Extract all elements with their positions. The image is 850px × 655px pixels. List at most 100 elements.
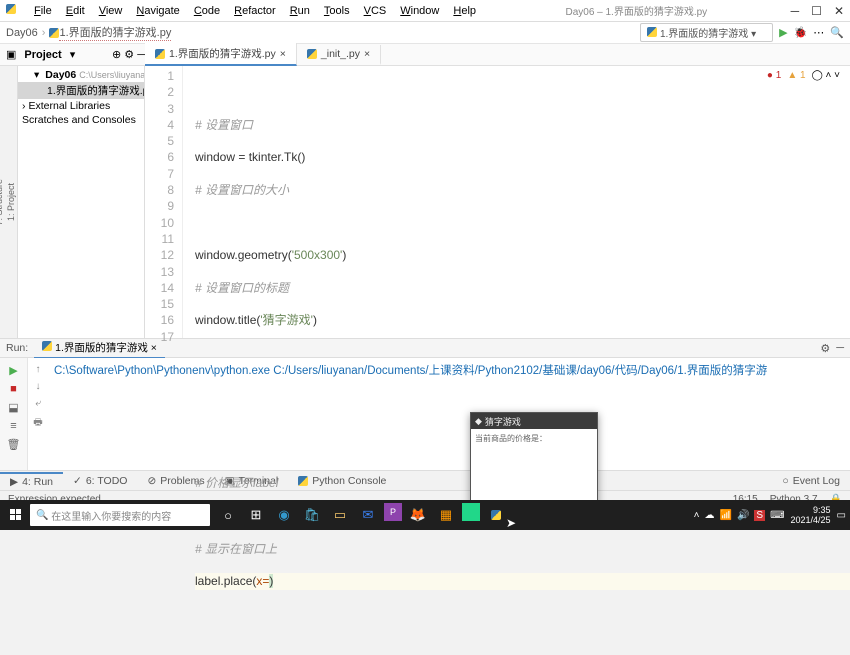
run-output-line: C:\Software\Python\Pythonenv\python.exe …: [54, 365, 767, 377]
more-run-icon[interactable]: ⋯: [813, 26, 824, 39]
tree-root-folder[interactable]: ▾ Day06 C:\Users\liuyanan\Docum: [18, 68, 144, 82]
toolwindow-project-button[interactable]: 1: Project: [5, 177, 17, 227]
tab-label: _init_.py: [321, 48, 360, 60]
breadcrumb-file[interactable]: 1.界面版的猜字游戏.py: [59, 24, 171, 41]
python-file-icon: [42, 341, 52, 351]
left-toolwindow-stripe: 1: Project 7: Structure 2: Favorites: [0, 66, 18, 338]
maximize-icon[interactable]: ☐: [811, 4, 822, 18]
stop-icon[interactable]: ■: [10, 383, 17, 395]
menu-run[interactable]: Run: [284, 3, 316, 19]
tray-ime-icon[interactable]: S: [754, 510, 765, 521]
down-icon[interactable]: ↓: [36, 381, 41, 392]
run-action-gutter: ▶ ■ ⬓ ≡ 🗑: [0, 358, 28, 470]
tk-window-title: 猜字游戏: [485, 415, 521, 428]
phpstorm-icon[interactable]: P: [384, 503, 402, 521]
windows-taskbar: 🔍 在这里输入你要搜索的内容 ○ ⊞ ◉ 🛍 ▭ ✉ P 🦊 ▦ ˄ ☁ 📶 🔊…: [0, 500, 850, 530]
line-gutter: 1234567891011121314151617: [145, 66, 183, 338]
close-icon[interactable]: ✕: [834, 4, 844, 18]
debug-icon[interactable]: 🐞: [794, 26, 808, 39]
project-tree[interactable]: ▾ Day06 C:\Users\liuyanan\Docum 1.界面版的猜字…: [18, 66, 145, 338]
filter-icon[interactable]: ≡: [10, 420, 16, 432]
run-label: Run:: [6, 342, 28, 354]
menu-vcs[interactable]: VCS: [358, 3, 393, 19]
ide-icon: [6, 4, 20, 18]
tk-app-icon: ◆: [475, 416, 482, 427]
tree-scratches[interactable]: Scratches and Consoles: [18, 113, 144, 127]
toolwindow-structure-button[interactable]: 7: Structure: [0, 173, 5, 232]
start-button[interactable]: [4, 503, 28, 527]
menu-window[interactable]: Window: [394, 3, 445, 19]
menu-tools[interactable]: Tools: [318, 3, 356, 19]
tree-path-label: C:\Users\liuyanan\Docum: [79, 70, 145, 80]
tree-external-libraries[interactable]: › External Libraries: [18, 99, 144, 113]
tray-wifi-icon[interactable]: 📶: [719, 510, 731, 521]
run-output[interactable]: C:\Software\Python\Pythonenv\python.exe …: [48, 358, 850, 470]
pycharm-icon[interactable]: [462, 503, 480, 521]
stop2-icon[interactable]: ⬓: [8, 401, 18, 414]
taskview-icon[interactable]: ⊞: [244, 503, 268, 527]
tree-extlib-label: External Libraries: [29, 100, 111, 112]
tool-tab-run[interactable]: ▶ 4: Run: [0, 472, 63, 490]
tray-cloud-icon[interactable]: ☁: [704, 510, 714, 521]
search-icon[interactable]: 🔍: [830, 26, 844, 39]
tk-window-titlebar[interactable]: ◆ 猜字游戏: [471, 413, 597, 429]
menu-file[interactable]: File: [28, 3, 58, 19]
run-config-label: 1.界面版的猜字游戏: [660, 29, 748, 40]
minimize-icon[interactable]: ─: [791, 4, 800, 18]
windows-icon: [10, 509, 22, 521]
search-placeholder: 在这里输入你要搜索的内容: [51, 508, 171, 523]
tool-tab-todo[interactable]: ✓ 6: TODO: [63, 473, 137, 489]
tree-file-label: 1.界面版的猜字游戏.py: [47, 83, 145, 98]
editor-tabs: 1.界面版的猜字游戏.py × _init_.py ×: [145, 44, 381, 66]
python-file-icon: [307, 49, 317, 59]
menu-code[interactable]: Code: [188, 3, 226, 19]
tray-keyboard-icon[interactable]: ⌨: [770, 510, 784, 521]
breadcrumb-root[interactable]: Day06: [6, 27, 38, 39]
store-icon[interactable]: 🛍: [300, 503, 324, 527]
code-editor[interactable]: 1234567891011121314151617 # 设置窗口 window …: [145, 66, 850, 338]
run-config-selector[interactable]: 1.界面版的猜字游戏 ▾: [640, 23, 773, 42]
tree-scratches-label: Scratches and Consoles: [22, 114, 136, 126]
sublime-icon[interactable]: ▦: [434, 503, 458, 527]
tree-folder-label: Day06: [45, 69, 76, 81]
chevron-right-icon: ›: [42, 27, 46, 39]
python-taskbar-icon[interactable]: [484, 503, 508, 527]
cortana-icon[interactable]: ○: [216, 503, 240, 527]
menu-help[interactable]: Help: [447, 3, 482, 19]
window-title: Day06 – 1.界面版的猜字游戏.py: [482, 3, 791, 18]
breadcrumb-bar: Day06 › 1.界面版的猜字游戏.py 1.界面版的猜字游戏 ▾ ▶ 🐞 ⋯…: [0, 22, 850, 44]
editor-tab-main[interactable]: 1.界面版的猜字游戏.py ×: [145, 43, 297, 66]
project-toolwindow-icon[interactable]: ▣: [6, 48, 16, 61]
python-file-icon: [155, 49, 165, 59]
firefox-icon[interactable]: 🦊: [406, 503, 430, 527]
editor-tab-init[interactable]: _init_.py ×: [297, 45, 381, 65]
tab-label: 1.界面版的猜字游戏.py: [169, 46, 276, 61]
tree-file[interactable]: 1.界面版的猜字游戏.py: [18, 82, 144, 99]
trash-icon[interactable]: 🗑: [7, 438, 21, 451]
taskbar-pinned: ○ ⊞ ◉ 🛍 ▭ ✉ P 🦊 ▦: [216, 503, 508, 527]
edge-icon[interactable]: ◉: [272, 503, 296, 527]
print-icon[interactable]: 🖶: [33, 415, 42, 432]
rerun-icon[interactable]: ▶: [9, 364, 17, 377]
explorer-icon[interactable]: ▭: [328, 503, 352, 527]
menu-navigate[interactable]: Navigate: [130, 3, 185, 19]
code-body[interactable]: # 设置窗口 window = tkinter.Tk() # 设置窗口的大小 w…: [183, 66, 850, 338]
tk-preview-window[interactable]: ◆ 猜字游戏 当前商品的价格是：: [470, 412, 598, 514]
taskbar-clock[interactable]: 9:35 2021/4/25: [791, 505, 831, 525]
menu-view[interactable]: View: [93, 3, 129, 19]
menu-refactor[interactable]: Refactor: [228, 3, 282, 19]
project-toolwindow-label: Project: [24, 49, 61, 61]
wrap-icon[interactable]: ⤶: [35, 398, 41, 409]
system-tray: ˄ ☁ 📶 🔊 S ⌨ 9:35 2021/4/25 ▭: [694, 505, 846, 525]
taskbar-search[interactable]: 🔍 在这里输入你要搜索的内容: [30, 504, 210, 526]
run-icon[interactable]: ▶: [779, 26, 787, 39]
tray-volume-icon[interactable]: 🔊: [737, 510, 749, 521]
inspection-indicator[interactable]: ● 1 ▲ 1 ◯ ˄ ˅: [767, 70, 840, 81]
python-file-icon: [49, 28, 59, 38]
tray-chevron-icon[interactable]: ˄: [694, 510, 700, 521]
mail-icon[interactable]: ✉: [356, 503, 380, 527]
notifications-icon[interactable]: ▭: [837, 510, 846, 521]
up-icon[interactable]: ↑: [36, 364, 41, 375]
main-menu: File Edit View Navigate Code Refactor Ru…: [28, 3, 482, 19]
menu-edit[interactable]: Edit: [60, 3, 91, 19]
